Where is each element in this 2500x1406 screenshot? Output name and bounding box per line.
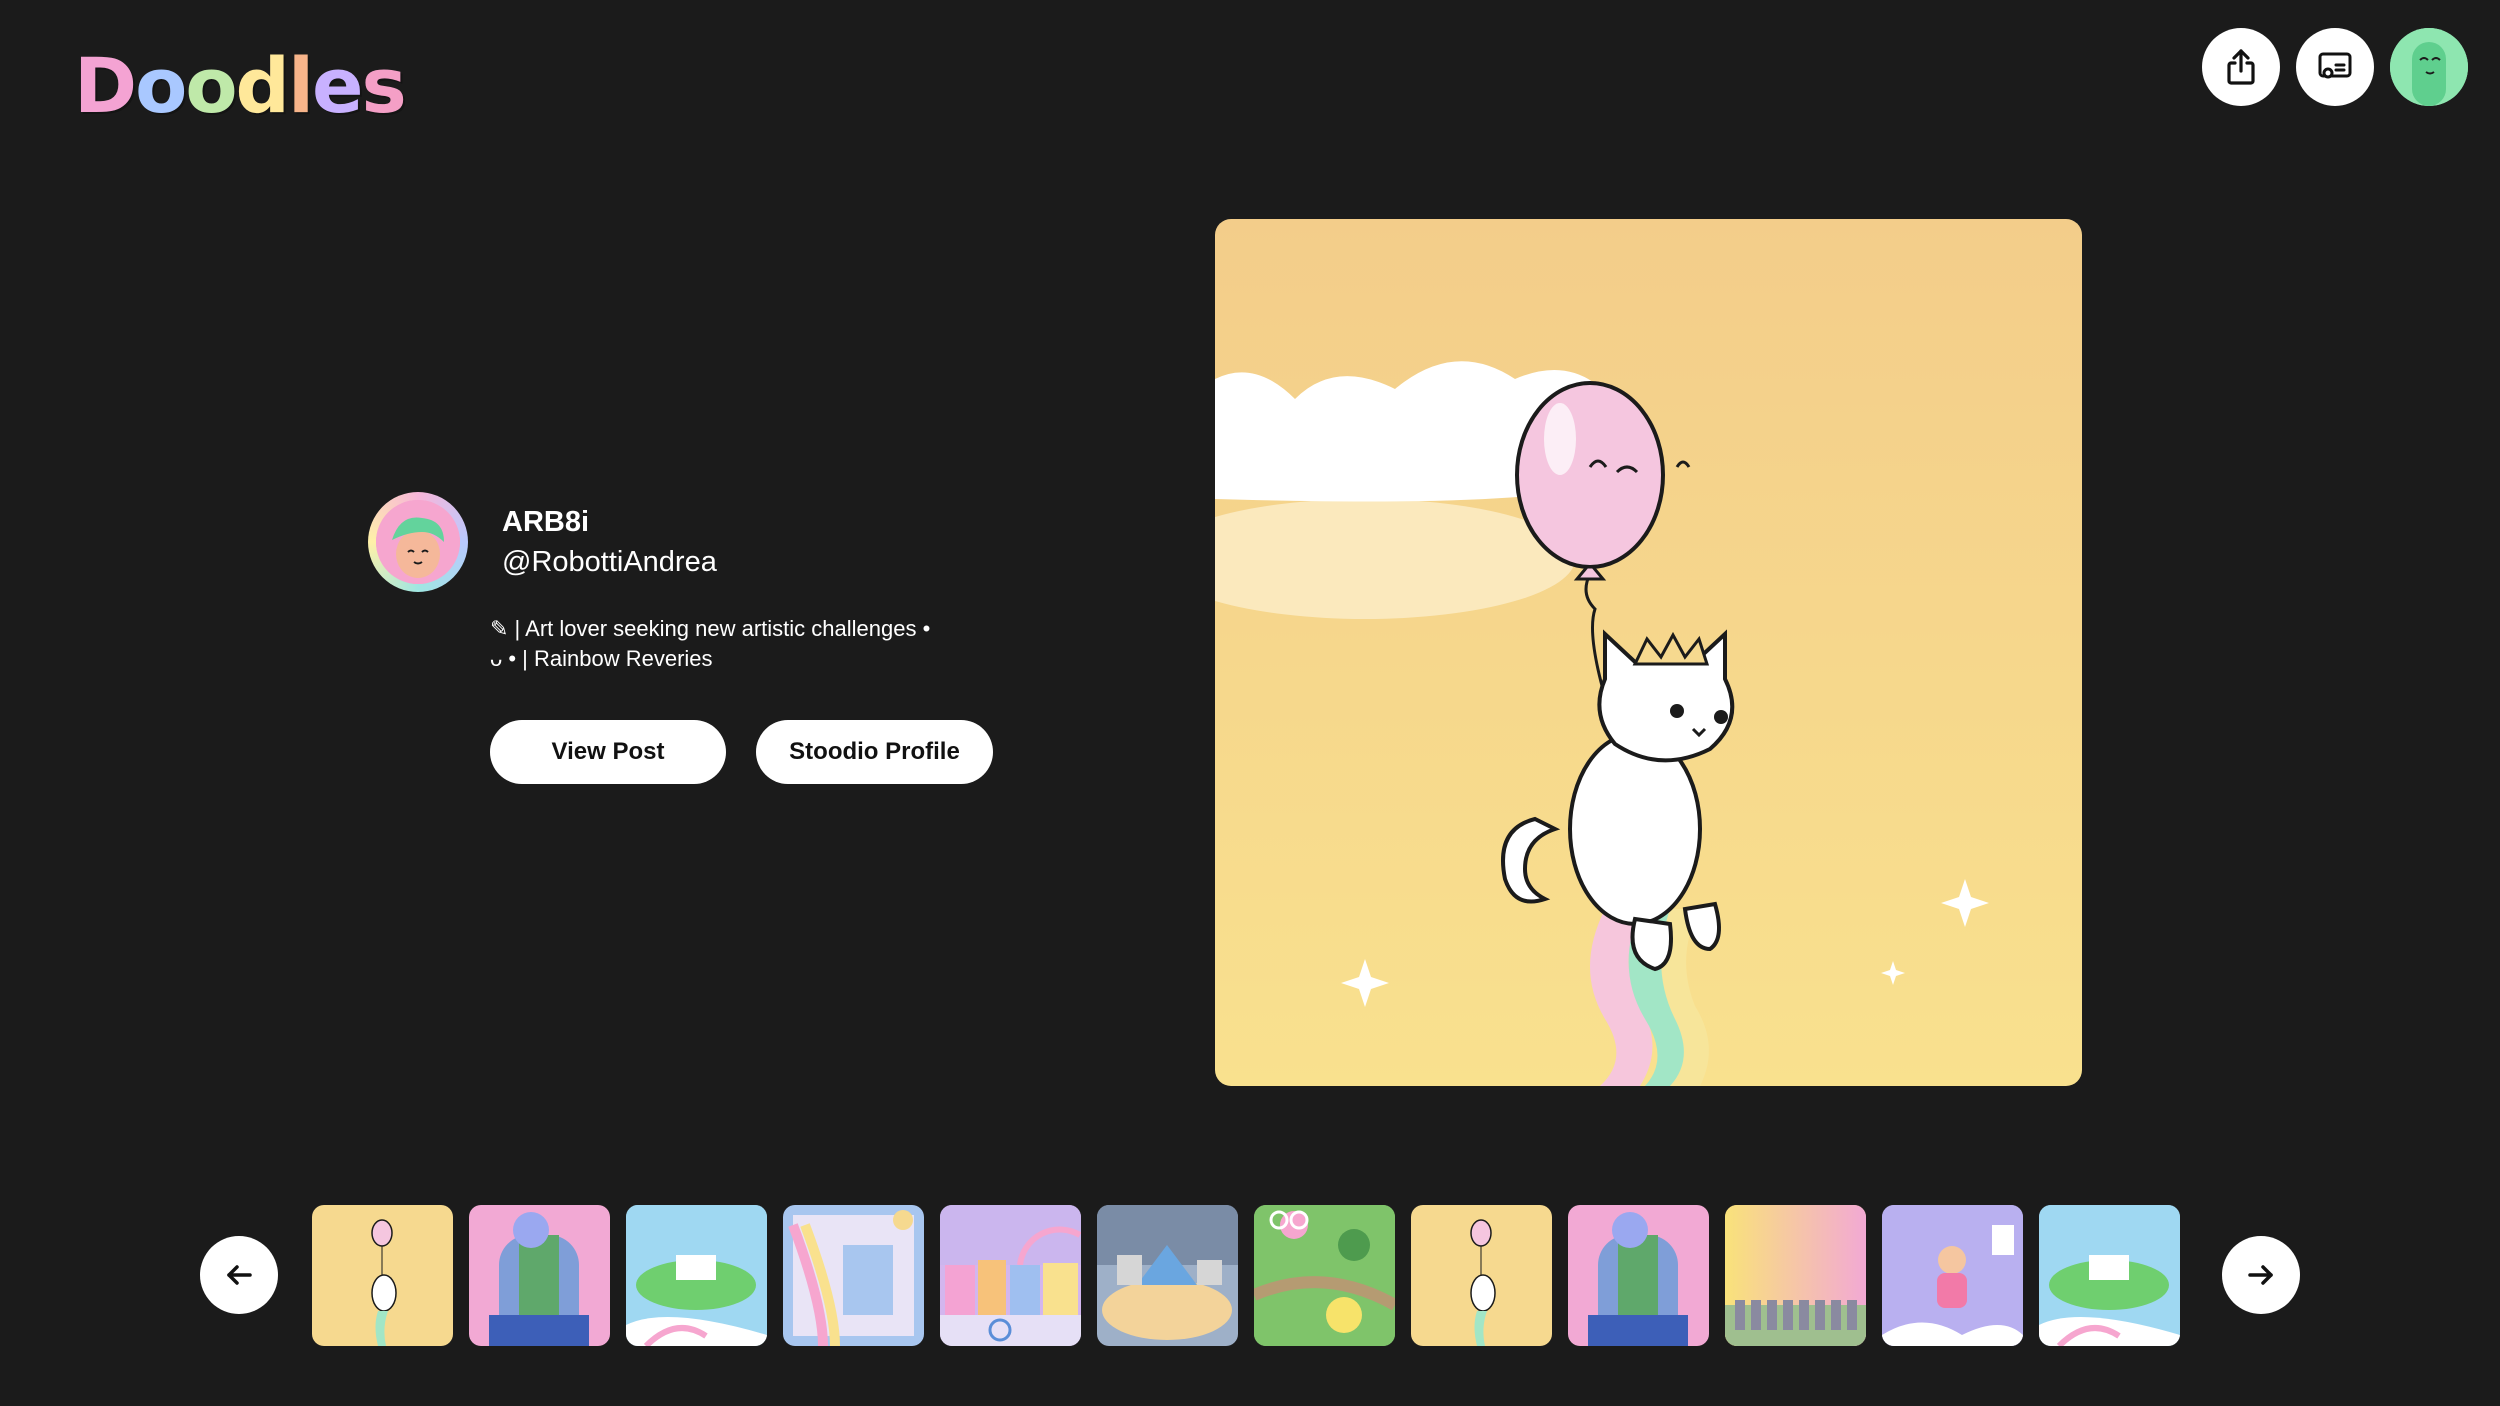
next-button[interactable] <box>2222 1236 2300 1314</box>
share-icon <box>2227 49 2255 85</box>
view-post-button[interactable]: View Post <box>490 720 726 784</box>
thumb-split-face-2[interactable] <box>1568 1205 1709 1346</box>
thumb-purple-sky[interactable] <box>1882 1205 2023 1346</box>
user-avatar[interactable] <box>2390 28 2468 106</box>
artist-display-name: ARB8i <box>502 506 590 538</box>
thumb-cat-balloon-2[interactable] <box>1411 1205 1552 1346</box>
featured-artwork[interactable] <box>1215 219 2082 1086</box>
thumb-split-face[interactable] <box>469 1205 610 1346</box>
thumb-floating-island[interactable] <box>626 1205 767 1346</box>
doodles-logo[interactable]: DoodlesDoodles <box>74 48 407 124</box>
cast-button[interactable] <box>2296 28 2374 106</box>
top-actions <box>2202 28 2468 106</box>
profile-actions: View Post Stoodio Profile <box>490 720 993 784</box>
artist-avatar[interactable] <box>368 492 468 592</box>
previous-button[interactable] <box>200 1236 278 1314</box>
arrow-right-icon <box>2248 1265 2273 1285</box>
thumbnail-strip <box>312 1205 2180 1346</box>
share-button[interactable] <box>2202 28 2280 106</box>
bio-line-2: ᴗ • | Rainbow Reveries <box>490 646 713 671</box>
stoodio-profile-button[interactable]: Stoodio Profile <box>756 720 993 784</box>
artist-bio: ✎ | Art lover seeking new artistic chall… <box>490 614 1000 674</box>
arrow-left-icon <box>227 1265 252 1285</box>
thumb-city-rainbow[interactable] <box>940 1205 1081 1346</box>
bio-line-1: ✎ | Art lover seeking new artistic chall… <box>490 616 931 641</box>
cast-icon <box>2318 52 2352 79</box>
thumb-gradient-figures[interactable] <box>1725 1205 1866 1346</box>
thumb-rainbow-room[interactable] <box>783 1205 924 1346</box>
artist-handle[interactable]: @RobottiAndrea <box>502 546 717 579</box>
thumb-floating-island-2[interactable] <box>2039 1205 2180 1346</box>
thumb-cat-balloon[interactable] <box>312 1205 453 1346</box>
thumb-desk-scene[interactable] <box>1097 1205 1238 1346</box>
thumb-forest-garden[interactable] <box>1254 1205 1395 1346</box>
user-avatar-icon <box>2390 28 2468 106</box>
